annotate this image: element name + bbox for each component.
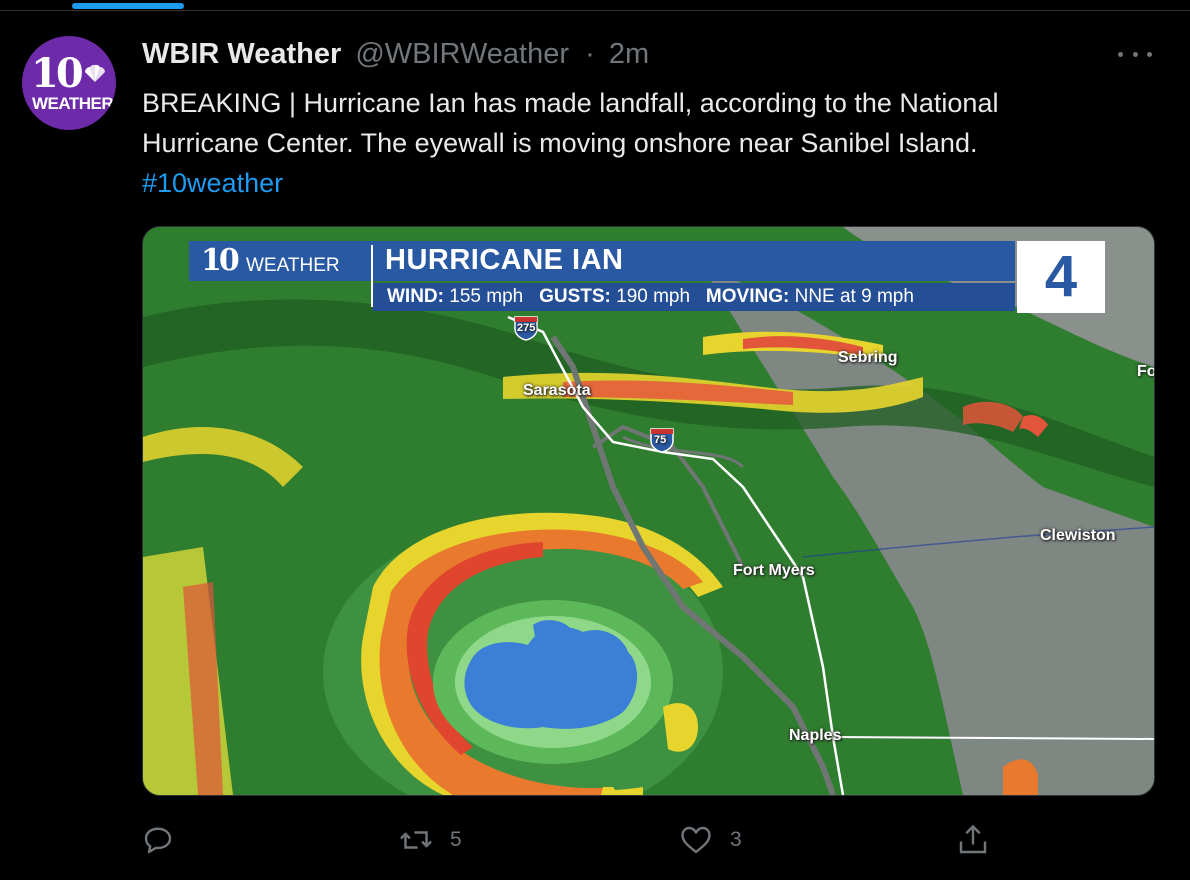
category-badge: 4 [1017, 241, 1105, 313]
more-options-icon[interactable] [1118, 42, 1152, 66]
more-dot [1147, 51, 1152, 57]
more-dot [1132, 51, 1138, 57]
reply-button[interactable] [140, 818, 192, 862]
moving-label: MOVING: [705, 286, 790, 307]
share-icon [959, 824, 987, 854]
tweet-media-image[interactable]: 10 WEATHER HURRICANE IAN WIND: 155 mph G… [142, 226, 1155, 796]
tweet-actions: 5 3 [0, 818, 1190, 862]
avatar-number: 10 [31, 50, 84, 97]
tweet-text: BREAKING | Hurricane Ian has made landfa… [142, 83, 1142, 203]
storm-banner: 10 WEATHER HURRICANE IAN WIND: 155 mph G… [189, 241, 1105, 313]
gusts-value: 190 mph [616, 286, 691, 307]
tweet-header: WBIR Weather @WBIRWeather · 2m [142, 38, 649, 71]
heart-icon [681, 826, 711, 854]
gusts-label: GUSTS: [539, 286, 611, 307]
dot-separator: · [585, 38, 595, 70]
storm-stats: WIND: 155 mph GUSTS: 190 mph MOVING: NNE… [373, 283, 1015, 311]
wind-label: WIND: [387, 286, 444, 307]
reply-icon [144, 827, 172, 854]
highway-label: 275 [517, 322, 536, 334]
top-divider [0, 10, 1190, 11]
city-label: Clewiston [1040, 527, 1116, 544]
moving-value: NNE at 9 mph [794, 286, 914, 307]
retweet-button[interactable]: 5 [398, 818, 462, 862]
city-label: Sarasota [523, 382, 591, 399]
station-logo-text: WEATHER [246, 255, 340, 276]
avatar-label: WEATHER [32, 94, 114, 113]
retweet-icon [400, 831, 432, 849]
highway-label: 75 [654, 434, 667, 446]
city-label: Fo [1137, 363, 1155, 380]
city-label: Naples [789, 727, 842, 744]
avatar[interactable]: 10 WEATHER [22, 36, 116, 130]
tweet-text-line: Hurricane Center. The eyewall is moving … [142, 128, 978, 158]
like-button[interactable]: 3 [678, 818, 742, 862]
author-handle[interactable]: @WBIRWeather [355, 38, 569, 70]
city-label: Sebring [838, 349, 898, 366]
city-label: Fort Myers [733, 562, 815, 579]
station-logo-number: 10 [201, 243, 240, 278]
active-tab-indicator [72, 3, 184, 9]
wind-value: 155 mph [449, 286, 524, 307]
hashtag-link[interactable]: #10weather [142, 163, 1142, 203]
retweet-count: 5 [450, 828, 462, 851]
author-name[interactable]: WBIR Weather [142, 38, 341, 70]
timestamp[interactable]: 2m [609, 38, 649, 70]
like-count: 3 [730, 828, 742, 851]
share-button[interactable] [955, 818, 991, 862]
storm-name: HURRICANE IAN [385, 244, 624, 276]
tweet-text-line: BREAKING | Hurricane Ian has made landfa… [142, 88, 999, 118]
more-dot [1118, 51, 1123, 57]
peacock-icon [85, 64, 105, 82]
